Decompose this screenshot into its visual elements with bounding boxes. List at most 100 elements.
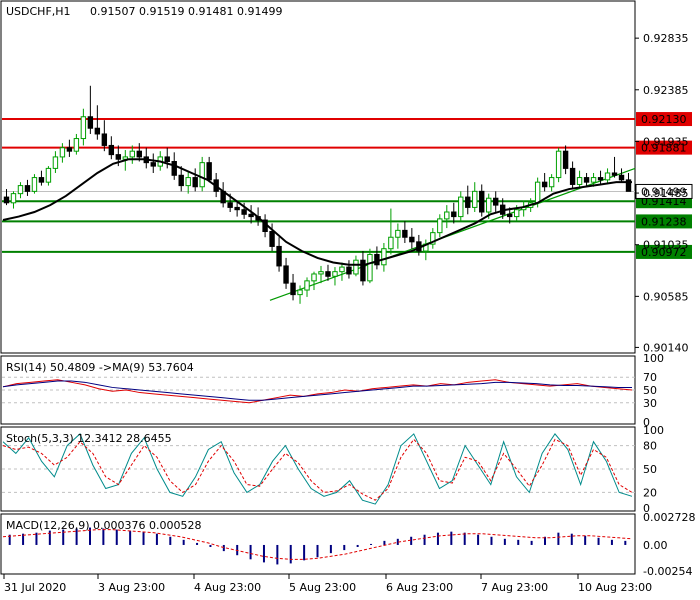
candle-body [24,185,31,192]
candle-body [269,231,275,247]
candle-body [227,202,233,208]
candle-body [136,150,142,158]
candle-body [583,177,590,183]
candle-body [409,236,415,243]
candle-body [402,229,408,238]
candle-body [451,211,457,218]
candle-body [108,144,115,156]
axis-tick-label: 50 [643,463,657,476]
candle-body [541,181,548,188]
axis-tick-label: 20 [643,486,657,499]
candle-body [311,273,317,282]
candle-body [506,213,513,218]
axis-tick-label: 0.00 [643,539,668,552]
rsi-title: RSI(14) 50.4809 ->MA(9) 53.7604 [6,361,194,374]
candle-body [339,266,345,273]
axis-tick-label: 50 [643,384,657,397]
candle-body [325,271,331,277]
candle-body [38,177,45,183]
candle-body [360,259,366,282]
candle-body [618,174,625,181]
axis-tick-label: 30 [643,397,657,410]
axis-tick-label: -0.00254 [643,565,692,578]
candle-body [276,245,282,267]
candle-body [241,209,247,215]
candle-body [234,206,240,211]
candle-body [493,197,499,206]
candle-body [374,253,380,266]
price-tick-label: 0.92385 [643,84,689,97]
candle-body [590,177,597,183]
candle-body [479,190,485,213]
candle-body [458,196,464,218]
chart-canvas[interactable]: 0.921300.918810.914140.912380.909720.914… [0,0,700,600]
price-tick-label: 0.92835 [643,32,689,45]
resistance-price-label: 0.92130 [641,113,687,126]
candle-body [87,116,94,129]
price-tick-label: 0.90585 [643,290,689,303]
candle-body [297,289,303,296]
x-tick-label: 10 Aug 23:00 [578,581,652,594]
x-tick-label: 6 Aug 23:00 [386,581,453,594]
candle-body [444,211,450,220]
candle-body [45,167,52,183]
x-tick-label: 3 Aug 23:00 [98,581,165,594]
candle-body [164,156,170,163]
candle-body [206,162,212,181]
candle-body [304,280,310,291]
candle-body [101,133,108,146]
candle-body [465,196,471,208]
candle-body [178,174,184,187]
candle-body [115,154,122,160]
candle-body [129,150,135,158]
candle-body [367,253,373,282]
candle-body [353,259,359,275]
stoch-title: Stoch(5,3,3) 12.3412 28.6455 [6,432,172,445]
candle-body [80,116,87,140]
candle-body [569,167,576,185]
candle-body [548,177,555,188]
symbol-label: USDCHF,H1 [6,5,71,18]
candle-body [290,282,296,296]
candle-body [318,271,324,275]
candle-body [555,150,562,179]
candle-body [94,127,101,135]
candle-body [346,266,352,275]
candle-body [171,161,177,176]
candle-body [562,150,569,169]
candle-body [3,196,10,204]
candle-body [472,190,478,208]
candle-body [10,193,17,204]
candle-body [576,177,583,185]
candle-body [597,177,604,181]
candle-body [248,213,254,218]
candle-body [283,265,289,284]
candle-body [395,229,401,238]
candle-body [66,147,73,152]
x-tick-label: 4 Aug 23:00 [194,581,261,594]
candle-body [486,197,492,213]
candle-body [381,248,387,266]
candle-body [73,138,80,152]
support-price-label: 0.91238 [641,215,687,228]
axis-tick-label: 70 [643,371,657,384]
candle-body [192,177,198,188]
x-tick-label: 31 Jul 2020 [4,581,66,594]
candle-body [604,172,611,181]
candle-body [17,185,24,195]
price-tick-label: 0.91035 [643,239,689,252]
price-tick-label: 0.91485 [643,187,689,200]
x-tick-label: 7 Aug 23:00 [481,581,548,594]
axis-tick-label: 0.002728 [643,511,696,524]
price-panel-frame [0,0,636,354]
candle-body [31,177,38,192]
price-tick-label: 0.91935 [643,135,689,148]
candle-body [611,172,618,176]
candle-body [388,236,394,250]
candle-body [59,147,66,158]
candle-body [52,156,59,169]
candle-body [332,271,338,277]
x-tick-label: 5 Aug 23:00 [289,581,356,594]
axis-tick-label: 100 [643,424,664,437]
candle-body [513,209,520,218]
